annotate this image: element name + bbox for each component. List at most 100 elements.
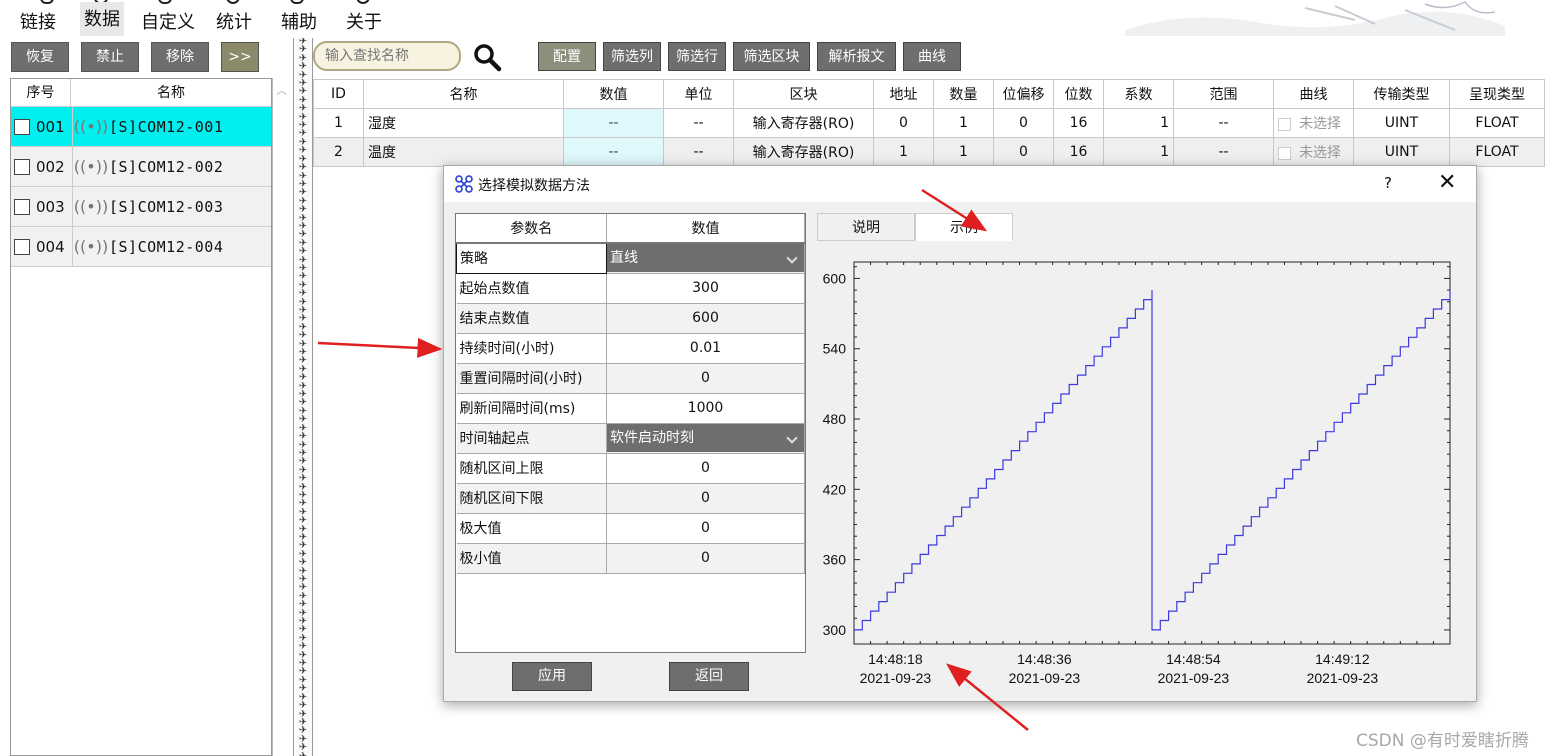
row-checkbox[interactable]	[14, 238, 30, 255]
column-header-transfer-type[interactable]: 传输类型	[1353, 79, 1450, 109]
tab-description[interactable]: 说明	[817, 213, 915, 241]
table-row[interactable]: 2 温度 -- -- 输入寄存器(RO) 1 1 0 16 1 -- 未选择 U…	[313, 137, 1545, 167]
param-value[interactable]: 0	[606, 513, 805, 544]
parameter-row[interactable]: 结束点数值 600	[456, 303, 805, 334]
cell-curve[interactable]: 未选择	[1273, 108, 1354, 138]
column-header-param-value[interactable]: 数值	[606, 214, 805, 244]
close-icon[interactable]: ✕	[1438, 170, 1456, 195]
column-header-count[interactable]: 数量	[933, 79, 994, 109]
row-checkbox[interactable]	[14, 198, 30, 215]
column-header-range[interactable]: 范围	[1173, 79, 1274, 109]
column-header-address[interactable]: 地址	[873, 79, 934, 109]
parameter-row[interactable]: 随机区间下限 0	[456, 483, 805, 514]
param-value[interactable]: 0	[606, 363, 805, 394]
curve-label: 未选择	[1299, 116, 1341, 132]
tab-example[interactable]: 示例	[915, 213, 1013, 241]
device-row[interactable]: 003 ((•)) [S]COM12-003	[11, 186, 271, 227]
device-row[interactable]: 001 ((•)) [S]COM12-001	[11, 106, 271, 147]
menu-link[interactable]: 链接	[20, 8, 56, 34]
parse-message-button[interactable]: 解析报文	[817, 42, 896, 71]
column-header-bits[interactable]: 位数	[1053, 79, 1104, 109]
column-header-coefficient[interactable]: 系数	[1103, 79, 1174, 109]
param-value[interactable]: 0	[606, 453, 805, 484]
column-header-name[interactable]: 名称	[363, 79, 564, 109]
row-checkbox[interactable]	[14, 158, 30, 175]
column-header-display-type[interactable]: 呈现类型	[1449, 79, 1545, 109]
parameter-row[interactable]: 极大值 0	[456, 513, 805, 544]
top-menu-bar: 链接 数据 自定义 统计 辅助 关于	[0, 0, 1565, 38]
param-value[interactable]: 0	[606, 483, 805, 514]
device-row[interactable]: 002 ((•)) [S]COM12-002	[11, 146, 271, 187]
param-name: 极大值	[456, 513, 607, 544]
y-tick-label: 480	[823, 411, 847, 427]
expand-button[interactable]: >>	[221, 42, 259, 72]
parameter-row[interactable]: 时间轴起点 软件启动时刻	[456, 423, 805, 454]
panel-splitter[interactable]: ✈ ✈ ✈ ✈ ✈ ✈ ✈ ✈ ✈ ✈ ✈ ✈ ✈ ✈ ✈ ✈ ✈ ✈ ✈ ✈ ✈ ✈ ✈ ✈ ✈ ✈ ✈ ✈ ✈ ✈ ✈ ✈ ✈ ✈ ✈ ✈ ✈ ✈ ✈ ✈…	[293, 38, 313, 756]
parameter-row[interactable]: 重置间隔时间(小时) 0	[456, 363, 805, 394]
strategy-dropdown[interactable]: 直线	[606, 243, 805, 274]
menu-custom[interactable]: 自定义	[141, 8, 195, 34]
dialog-title-bar[interactable]: 选择模拟数据方法 ? ✕	[444, 166, 1476, 202]
y-tick-label: 420	[823, 481, 847, 497]
column-header-value[interactable]: 数值	[563, 79, 664, 109]
column-header-unit[interactable]: 单位	[663, 79, 734, 109]
time-origin-dropdown[interactable]: 软件启动时刻	[606, 423, 805, 454]
filter-columns-button[interactable]: 筛选列	[603, 42, 661, 71]
curve-checkbox[interactable]	[1278, 117, 1291, 131]
column-header-id[interactable]: ID	[313, 79, 364, 109]
column-header-param-name[interactable]: 参数名	[456, 214, 607, 244]
y-tick-label: 540	[823, 341, 847, 357]
apply-button[interactable]: 应用	[512, 662, 592, 691]
curve-button[interactable]: 曲线	[903, 42, 961, 71]
column-header-index[interactable]: 序号	[11, 79, 71, 106]
column-header-bit-offset[interactable]: 位偏移	[993, 79, 1054, 109]
device-number: 003	[36, 197, 65, 216]
search-input[interactable]: 输入查找名称	[313, 41, 461, 71]
cell-block: 输入寄存器(RO)	[733, 108, 874, 138]
param-value[interactable]: 300	[606, 273, 805, 304]
menu-stats[interactable]: 统计	[216, 8, 252, 34]
menu-about[interactable]: 关于	[346, 8, 382, 34]
dialog-title: 选择模拟数据方法	[478, 178, 590, 194]
param-value[interactable]: 600	[606, 303, 805, 334]
column-header-block[interactable]: 区块	[733, 79, 874, 109]
strategy-value[interactable]: 直线	[607, 244, 804, 273]
parameter-row[interactable]: 极小值 0	[456, 543, 805, 574]
parameter-row[interactable]: 起始点数值 300	[456, 273, 805, 304]
cell-unit: --	[663, 108, 734, 138]
column-header-curve[interactable]: 曲线	[1273, 79, 1354, 109]
restore-button[interactable]: 恢复	[11, 42, 69, 72]
param-name: 刷新间隔时间(ms)	[456, 393, 607, 424]
parameter-row[interactable]: 策略 直线	[456, 242, 805, 274]
cell-curve[interactable]: 未选择	[1273, 137, 1354, 167]
parameter-row[interactable]: 刷新间隔时间(ms) 1000	[456, 393, 805, 424]
table-row[interactable]: 1 湿度 -- -- 输入寄存器(RO) 0 1 0 16 1 -- 未选择 U…	[313, 108, 1545, 138]
config-button[interactable]: 配置	[538, 42, 596, 71]
param-value[interactable]: 0	[606, 543, 805, 574]
menu-data[interactable]: 数据	[80, 2, 124, 36]
curve-checkbox[interactable]	[1278, 146, 1291, 160]
back-button[interactable]: 返回	[669, 662, 749, 691]
menu-assist[interactable]: 辅助	[281, 8, 317, 34]
row-checkbox[interactable]	[14, 118, 30, 135]
search-icon[interactable]	[472, 42, 502, 72]
disable-button[interactable]: 禁止	[81, 42, 139, 72]
time-origin-value[interactable]: 软件启动时刻	[607, 424, 804, 452]
cell-bit-offset: 0	[993, 108, 1054, 138]
cell-coefficient: 1	[1103, 108, 1174, 138]
parameter-row[interactable]: 随机区间上限 0	[456, 453, 805, 484]
remove-button[interactable]: 移除	[151, 42, 209, 72]
scroll-up-icon[interactable]: ︿	[273, 82, 290, 97]
simulate-data-dialog: 选择模拟数据方法 ? ✕ 参数名 数值 策略 直线 起始点数值 300 结束点数…	[443, 165, 1477, 702]
filter-rows-button[interactable]: 筛选行	[668, 42, 726, 71]
device-list-scrollbar[interactable]: ︿	[272, 78, 290, 756]
help-button[interactable]: ?	[1384, 174, 1392, 192]
filter-blocks-button[interactable]: 筛选区块	[733, 42, 810, 71]
cell-value[interactable]: --	[563, 137, 664, 167]
column-header-name[interactable]: 名称	[71, 79, 271, 106]
param-value[interactable]: 0.01	[606, 333, 805, 364]
cell-value[interactable]: --	[563, 108, 664, 138]
parameter-row[interactable]: 持续时间(小时) 0.01	[456, 333, 805, 364]
param-value[interactable]: 1000	[606, 393, 805, 424]
device-row[interactable]: 004 ((•)) [S]COM12-004	[11, 226, 271, 267]
